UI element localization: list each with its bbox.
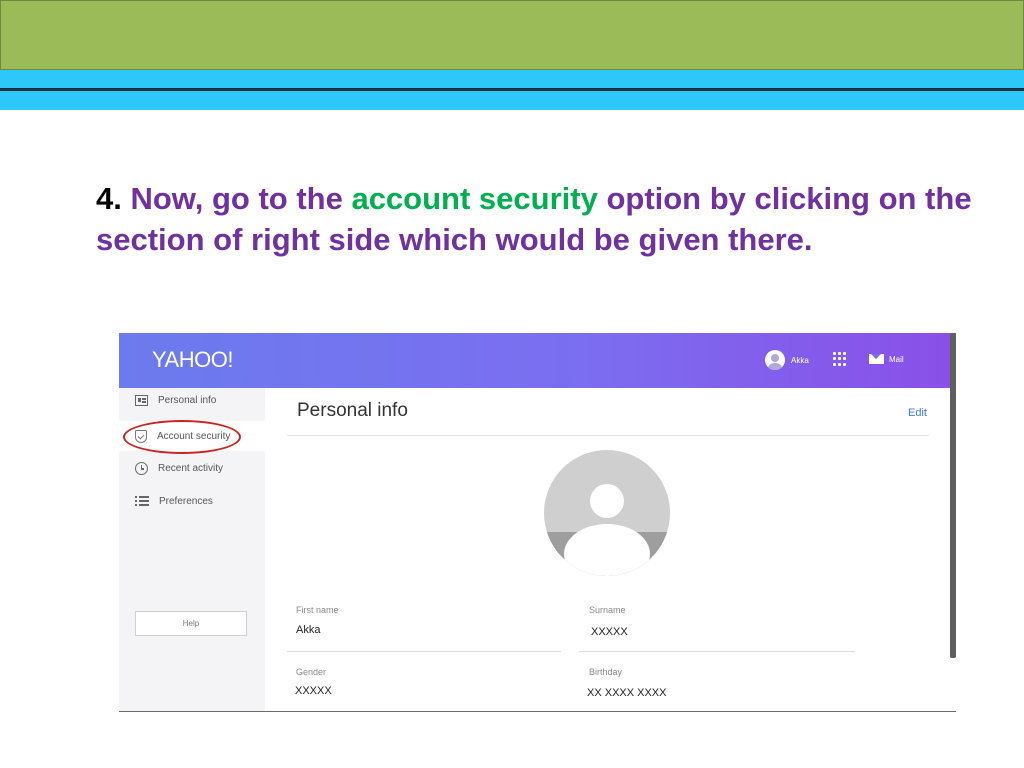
sidebar-item-label: Preferences bbox=[159, 496, 213, 507]
user-menu[interactable]: Akka bbox=[765, 350, 809, 370]
scrollbar[interactable] bbox=[950, 333, 956, 658]
person-card-icon bbox=[135, 395, 148, 406]
first-name-rule bbox=[287, 651, 561, 652]
yahoo-logo[interactable]: YAHOO! bbox=[152, 347, 233, 373]
camera-icon bbox=[594, 539, 620, 557]
page-title: Personal info bbox=[297, 400, 408, 421]
edit-link[interactable]: Edit bbox=[908, 407, 927, 419]
title-divider bbox=[287, 435, 929, 436]
gender-label: Gender bbox=[296, 667, 327, 677]
profile-photo[interactable] bbox=[544, 450, 670, 576]
mail-icon bbox=[869, 354, 884, 364]
yahoo-topbar: YAHOO! Akka Mail bbox=[119, 333, 956, 388]
mail-label: Mail bbox=[889, 354, 904, 364]
sidebar-item-personal-info[interactable]: Personal info bbox=[135, 395, 216, 406]
slide-header-divider bbox=[0, 88, 1024, 91]
surname-value[interactable]: XXXXX bbox=[591, 626, 628, 638]
sidebar-item-label: Recent activity bbox=[158, 463, 224, 474]
gender-value[interactable]: XXXXX bbox=[295, 685, 332, 697]
sidebar-item-recent-activity[interactable]: Recent activity bbox=[135, 462, 223, 475]
sidebar-item-preferences[interactable]: Preferences bbox=[135, 496, 213, 507]
sidebar-item-label: Personal info bbox=[158, 395, 217, 406]
help-button[interactable]: Help bbox=[135, 611, 247, 636]
instruction-highlight: account security bbox=[351, 181, 598, 216]
list-icon bbox=[135, 496, 149, 507]
step-number: 4. bbox=[96, 181, 122, 216]
user-avatar-icon bbox=[765, 350, 785, 370]
birthday-value[interactable]: XX XXXX XXXX bbox=[587, 687, 666, 699]
mail-link[interactable]: Mail bbox=[869, 354, 904, 364]
instruction-part-1: Now, go to the bbox=[121, 181, 352, 216]
instruction-text: 4. Now, go to the account security optio… bbox=[96, 178, 976, 260]
surname-rule bbox=[579, 651, 855, 652]
clock-icon bbox=[135, 462, 148, 475]
yahoo-account-screenshot: YAHOO! Akka Mail Personal info Account s… bbox=[119, 333, 956, 712]
birthday-label: Birthday bbox=[589, 667, 623, 677]
first-name-value[interactable]: Akka bbox=[296, 624, 320, 636]
grid-icon[interactable] bbox=[833, 352, 847, 366]
surname-label: Surname bbox=[589, 605, 626, 615]
annotation-red-circle bbox=[123, 420, 241, 454]
slide-header-green-bar bbox=[0, 0, 1024, 70]
first-name-label: First name bbox=[296, 605, 339, 615]
user-name: Akka bbox=[791, 355, 809, 365]
